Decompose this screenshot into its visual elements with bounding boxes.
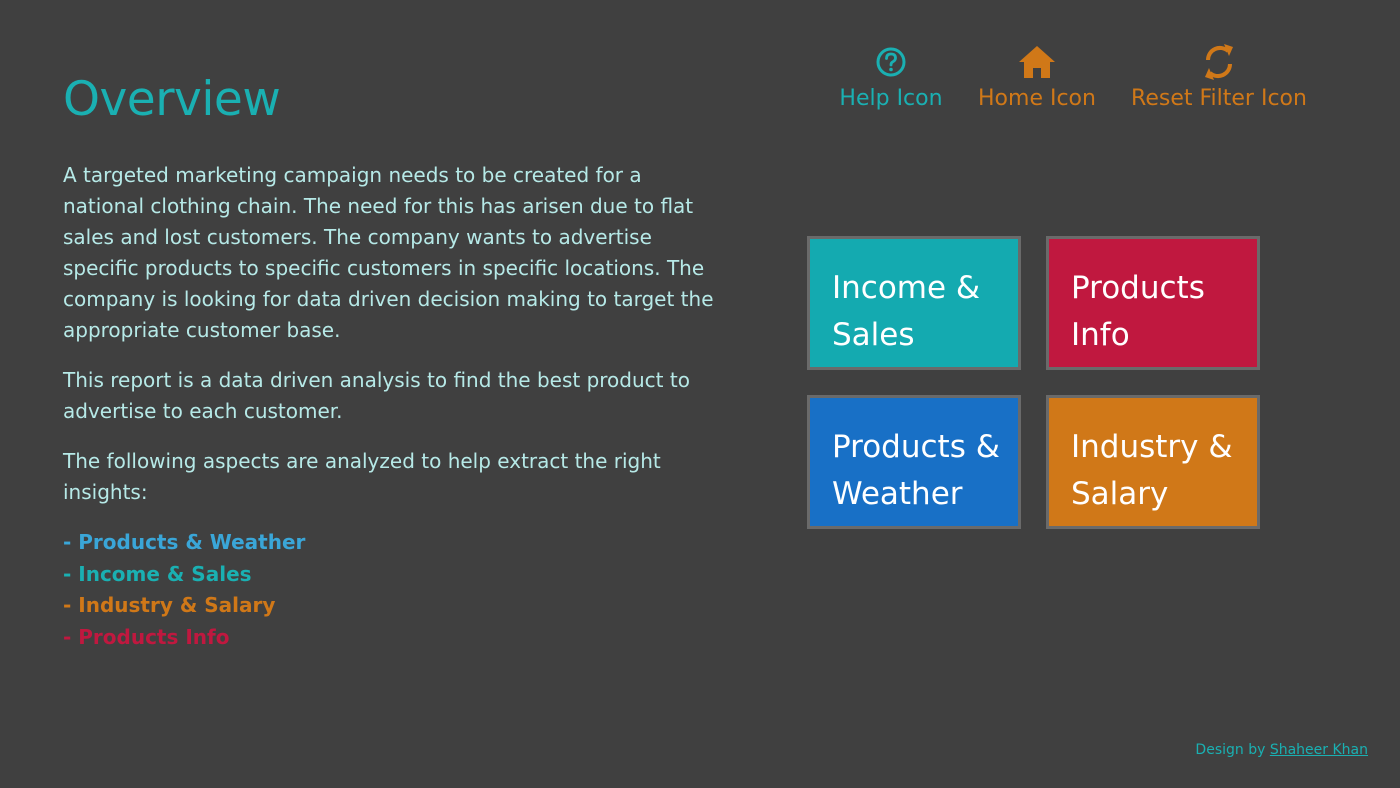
refresh-icon	[1125, 42, 1313, 82]
reset-filter-label: Reset Filter Icon	[1131, 86, 1307, 111]
tile-products-info-line2: Info	[1071, 317, 1130, 353]
footer-prefix: Design by	[1195, 742, 1270, 758]
intro-paragraph-2: This report is a data driven analysis to…	[63, 368, 690, 423]
tile-products-weather-line1: Products &	[832, 429, 1000, 465]
tile-products-weather-line2: Weather	[832, 476, 963, 512]
help-button[interactable]: Help Icon	[835, 42, 947, 111]
overview-page: Overview A targeted marketing campaign n…	[0, 0, 1400, 788]
tile-industry-salary-line2: Salary	[1071, 476, 1169, 512]
tile-industry-salary[interactable]: Industry & Salary	[1046, 395, 1260, 529]
aspect-income-sales: - Income & Sales	[63, 561, 252, 586]
tile-income-sales-line1: Income &	[832, 270, 981, 306]
question-circle-icon	[835, 42, 947, 82]
tile-income-sales-line2: Sales	[832, 317, 915, 353]
intro-paragraph-1: A targeted marketing campaign needs to b…	[63, 163, 714, 342]
aspect-industry-salary: - Industry & Salary	[63, 593, 276, 617]
tile-income-sales[interactable]: Income & Sales	[807, 236, 1021, 370]
house-icon	[972, 42, 1102, 82]
author-link[interactable]: Shaheer Khan	[1270, 742, 1368, 758]
help-label: Help Icon	[839, 86, 943, 111]
reset-filter-button[interactable]: Reset Filter Icon	[1125, 42, 1313, 111]
footer-credit: Design by Shaheer Khan	[1195, 742, 1368, 758]
page-title: Overview	[63, 72, 281, 127]
home-button[interactable]: Home Icon	[972, 42, 1102, 111]
tile-industry-salary-line1: Industry &	[1071, 429, 1233, 465]
home-label: Home Icon	[978, 86, 1096, 111]
aspect-products-weather: - Products & Weather	[63, 530, 306, 554]
intro-text: A targeted marketing campaign needs to b…	[63, 160, 723, 653]
tile-products-info[interactable]: Products Info	[1046, 236, 1260, 370]
tile-products-weather[interactable]: Products & Weather	[807, 395, 1021, 529]
aspect-list: - Products & Weather - Income & Sales - …	[63, 527, 723, 653]
intro-paragraph-3: The following aspects are analyzed to he…	[63, 449, 661, 504]
tile-products-info-line1: Products	[1071, 270, 1205, 306]
aspect-products-info: - Products Info	[63, 624, 230, 649]
